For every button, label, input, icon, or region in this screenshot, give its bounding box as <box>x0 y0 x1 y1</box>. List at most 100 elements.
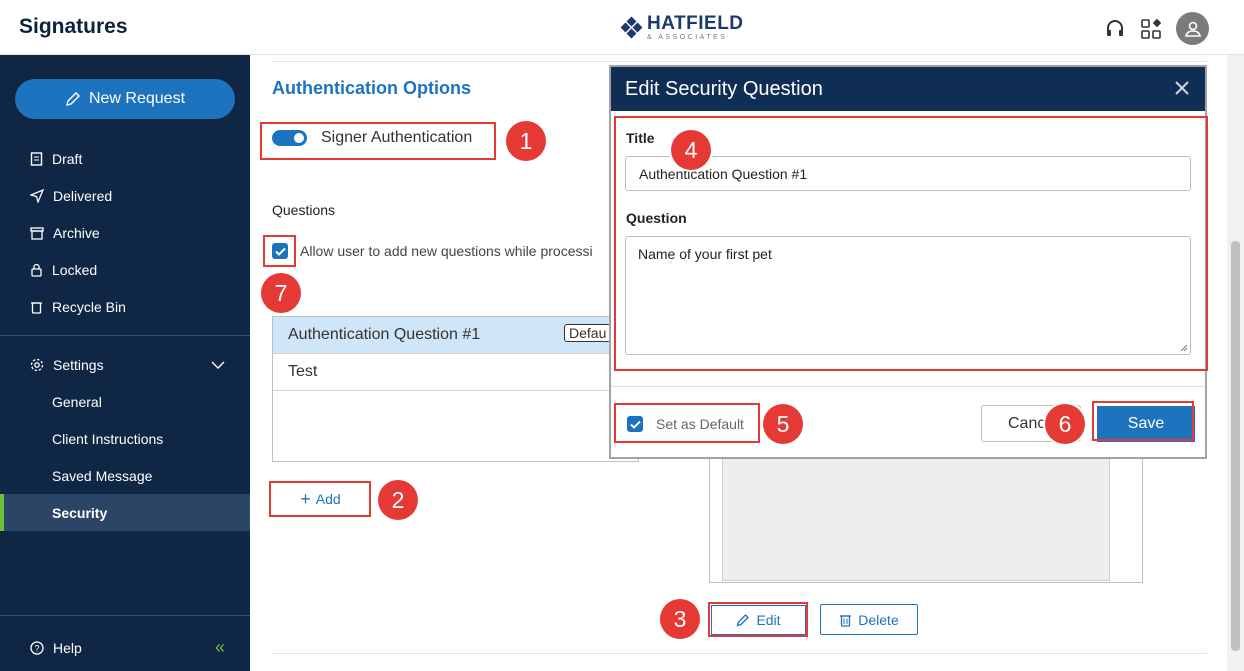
content-divider <box>272 61 1207 62</box>
dialog-divider <box>611 386 1205 387</box>
user-avatar[interactable] <box>1176 12 1209 45</box>
list-item[interactable]: Authentication Question #1 Defau <box>273 317 638 354</box>
signer-authentication-row: Signer Authentication <box>272 129 472 147</box>
question-textarea[interactable]: Name of your first pet <box>625 236 1191 355</box>
trash-icon <box>31 301 42 314</box>
sidebar-item-label: General <box>52 393 102 410</box>
sidebar-divider <box>0 335 250 336</box>
annotation-badge: 7 <box>261 273 301 313</box>
sidebar-item-draft[interactable]: Draft <box>0 140 250 177</box>
question-preview-textarea <box>722 456 1110 581</box>
logo-sub-text: & ASSOCIATES <box>647 34 728 41</box>
scrollbar-thumb[interactable] <box>1231 241 1240 651</box>
sidebar-item-client-instructions[interactable]: Client Instructions <box>0 420 250 457</box>
send-icon <box>30 188 44 203</box>
allow-new-questions-checkbox[interactable] <box>272 243 288 259</box>
svg-text:?: ? <box>34 643 39 653</box>
logo-mark-icon <box>620 16 643 38</box>
signer-authentication-toggle[interactable] <box>272 130 307 146</box>
delete-button[interactable]: Delete <box>820 604 918 635</box>
edit-label: Edit <box>756 612 781 628</box>
pencil-icon <box>736 614 750 627</box>
section-title: Authentication Options <box>272 78 471 98</box>
pencil-icon <box>66 92 80 106</box>
default-badge: Defau <box>564 324 612 342</box>
help-icon: ? <box>30 640 44 655</box>
sidebar-item-label: Saved Message <box>52 467 153 484</box>
set-as-default-row: Set as Default <box>627 416 744 432</box>
sidebar-item-general[interactable]: General <box>0 383 250 420</box>
set-as-default-checkbox[interactable] <box>627 416 643 432</box>
sidebar-item-archive[interactable]: Archive <box>0 214 250 251</box>
question-title: Authentication Question #1 <box>288 326 481 343</box>
close-icon[interactable] <box>1173 79 1191 97</box>
sidebar-item-locked[interactable]: Locked <box>0 251 250 288</box>
allow-new-questions-row: Allow user to add new questions while pr… <box>272 243 612 259</box>
checkmark-icon <box>629 420 641 429</box>
lock-icon <box>31 263 42 277</box>
sidebar-item-help[interactable]: ? Help « <box>0 629 250 666</box>
sidebar-item-security[interactable]: Security <box>0 494 250 531</box>
sidebar-item-label: Archive <box>53 224 100 241</box>
sidebar-item-label: Client Instructions <box>52 430 164 447</box>
new-request-button[interactable]: New Request <box>15 79 235 119</box>
sidebar-item-label: Security <box>52 504 108 521</box>
list-item[interactable]: Test <box>273 354 638 391</box>
sidebar-item-label: Help <box>53 639 82 656</box>
headset-icon[interactable] <box>1104 18 1126 40</box>
trash-icon <box>840 614 852 627</box>
collapse-sidebar-icon[interactable]: « <box>215 637 225 658</box>
sidebar-item-label: Settings <box>53 356 104 373</box>
new-request-label: New Request <box>88 90 186 107</box>
annotation-badge: 5 <box>763 404 803 444</box>
sidebar: New Request Draft Delivered Archive Lock… <box>0 55 250 671</box>
logo-main-text: HATFIELD <box>647 13 744 34</box>
plus-icon: + <box>300 488 311 509</box>
sidebar-item-recycle-bin[interactable]: Recycle Bin <box>0 288 250 325</box>
question-field-label: Question <box>626 210 687 226</box>
question-title: Test <box>288 363 318 380</box>
apps-grid-icon[interactable] <box>1140 18 1162 40</box>
chevron-down-icon <box>211 361 225 369</box>
gear-icon <box>30 358 44 371</box>
sidebar-item-label: Recycle Bin <box>52 298 126 315</box>
archive-icon <box>30 226 44 240</box>
edit-security-question-dialog: Edit Security Question Title Authenticat… <box>609 65 1207 459</box>
question-preview-box <box>709 440 1143 583</box>
add-question-button[interactable]: + Add <box>272 484 369 514</box>
title-input[interactable]: Authentication Question #1 <box>625 156 1191 191</box>
allow-new-questions-label: Allow user to add new questions while pr… <box>300 243 593 259</box>
questions-list: Authentication Question #1 Defau Test <box>272 316 639 462</box>
annotation-badge: 4 <box>671 130 711 170</box>
annotation-badge: 3 <box>660 599 700 639</box>
sidebar-item-saved-message[interactable]: Saved Message <box>0 457 250 494</box>
resize-grip-icon[interactable] <box>1180 344 1188 352</box>
add-label: Add <box>315 491 341 507</box>
top-bar: Signatures HATFIELD & ASSOCIATES <box>0 0 1244 55</box>
sidebar-divider <box>0 615 250 616</box>
page-scrollbar[interactable] <box>1227 55 1244 671</box>
edit-button[interactable]: Edit <box>711 605 806 635</box>
dialog-title: Edit Security Question <box>625 77 823 100</box>
sidebar-item-label: Draft <box>52 150 83 167</box>
sidebar-item-settings[interactable]: Settings <box>0 346 250 383</box>
sidebar-item-delivered[interactable]: Delivered <box>0 177 250 214</box>
save-label: Save <box>1127 415 1165 432</box>
set-as-default-label: Set as Default <box>656 416 744 432</box>
dialog-header: Edit Security Question <box>611 67 1205 111</box>
content-divider <box>272 653 1207 654</box>
annotation-badge: 2 <box>378 480 418 520</box>
questions-heading: Questions <box>272 202 336 218</box>
save-button[interactable]: Save <box>1097 406 1195 442</box>
sidebar-item-label: Delivered <box>53 187 113 204</box>
delete-label: Delete <box>858 611 899 628</box>
annotation-badge: 6 <box>1045 404 1085 444</box>
checkmark-icon <box>274 247 286 256</box>
company-logo: HATFIELD & ASSOCIATES <box>620 13 744 41</box>
sidebar-item-label: Locked <box>52 261 98 278</box>
document-icon <box>30 151 43 166</box>
question-text: Name of your first pet <box>638 246 772 262</box>
signer-authentication-label: Signer Authentication <box>321 129 473 146</box>
app-title: Signatures <box>19 15 128 38</box>
annotation-badge: 1 <box>506 121 546 161</box>
